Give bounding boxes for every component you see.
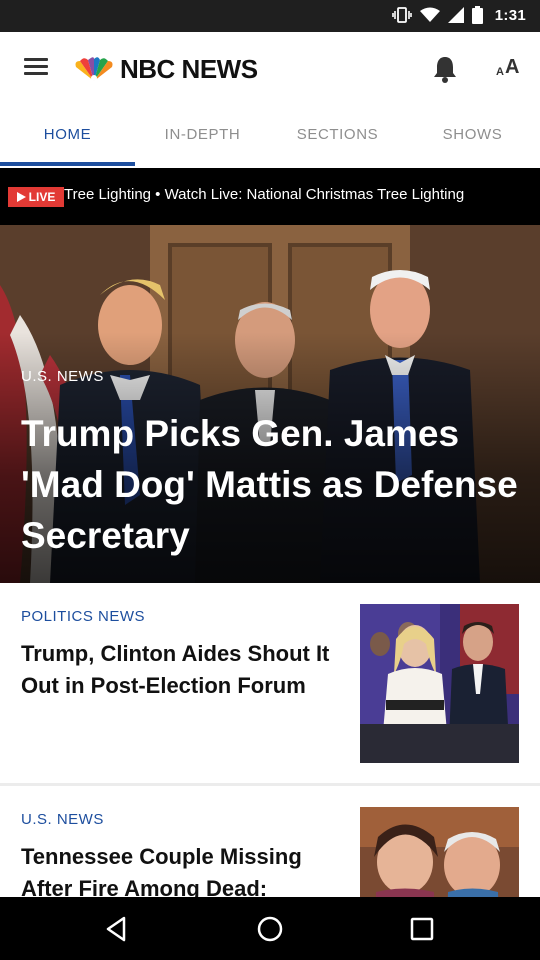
nbc-news-logo: NBC NEWS bbox=[74, 54, 258, 85]
story-title[interactable]: Tennessee Couple Missing After Fire Amon… bbox=[21, 841, 341, 897]
story-thumbnail[interactable] bbox=[360, 604, 519, 763]
bell-icon[interactable] bbox=[428, 52, 462, 86]
vibrate-icon bbox=[391, 7, 412, 23]
story-title[interactable]: Trump, Clinton Aides Shout It Out in Pos… bbox=[21, 638, 341, 702]
story-thumbnail[interactable] bbox=[360, 807, 519, 897]
hamburger-menu-icon[interactable] bbox=[20, 54, 52, 82]
battery-icon bbox=[471, 6, 483, 24]
hero-kicker: U.S. NEWS bbox=[21, 368, 104, 385]
app-bar: NBC NEWS AA bbox=[0, 32, 540, 104]
hero-story[interactable]: U.S. NEWS Trump Picks Gen. James 'Mad Do… bbox=[0, 225, 540, 583]
wifi-icon bbox=[419, 7, 440, 22]
active-tab-indicator bbox=[0, 162, 135, 166]
live-badge-label: LIVE bbox=[28, 190, 56, 204]
logo-text: NBC NEWS bbox=[120, 54, 258, 84]
story-kicker: U.S. NEWS bbox=[21, 811, 104, 828]
live-ticker-bar[interactable]: Tree Lighting • Watch Live: National Chr… bbox=[0, 168, 540, 225]
tab-home[interactable]: HOME bbox=[0, 104, 135, 166]
section-tabs: HOME IN-DEPTH SECTIONS SHOWS bbox=[0, 104, 540, 169]
play-icon bbox=[16, 192, 26, 202]
nbc-peacock-logo bbox=[75, 56, 113, 81]
story-card[interactable]: POLITICS NEWS Trump, Clinton Aides Shout… bbox=[0, 583, 540, 783]
story-kicker: POLITICS NEWS bbox=[21, 608, 146, 625]
live-badge[interactable]: LIVE bbox=[8, 187, 64, 207]
tab-in-depth[interactable]: IN-DEPTH bbox=[135, 104, 270, 166]
live-ticker-text[interactable]: Tree Lighting • Watch Live: National Chr… bbox=[64, 186, 464, 203]
status-icons: 1:31 bbox=[391, 6, 526, 24]
system-nav-bar bbox=[0, 897, 540, 960]
home-circle-icon[interactable] bbox=[254, 914, 286, 944]
recents-square-icon[interactable] bbox=[406, 914, 438, 944]
status-bar: 1:31 bbox=[0, 0, 540, 32]
signal-icon bbox=[447, 7, 464, 23]
back-triangle-icon[interactable] bbox=[102, 914, 134, 944]
tab-sections[interactable]: SECTIONS bbox=[270, 104, 405, 166]
text-size-icon[interactable]: AA bbox=[490, 52, 528, 86]
hero-title[interactable]: Trump Picks Gen. James 'Mad Dog' Mattis … bbox=[21, 408, 521, 561]
tab-shows[interactable]: SHOWS bbox=[405, 104, 540, 166]
clock-time: 1:31 bbox=[494, 6, 526, 24]
story-card[interactable]: U.S. NEWS Tennessee Couple Missing After… bbox=[0, 786, 540, 897]
